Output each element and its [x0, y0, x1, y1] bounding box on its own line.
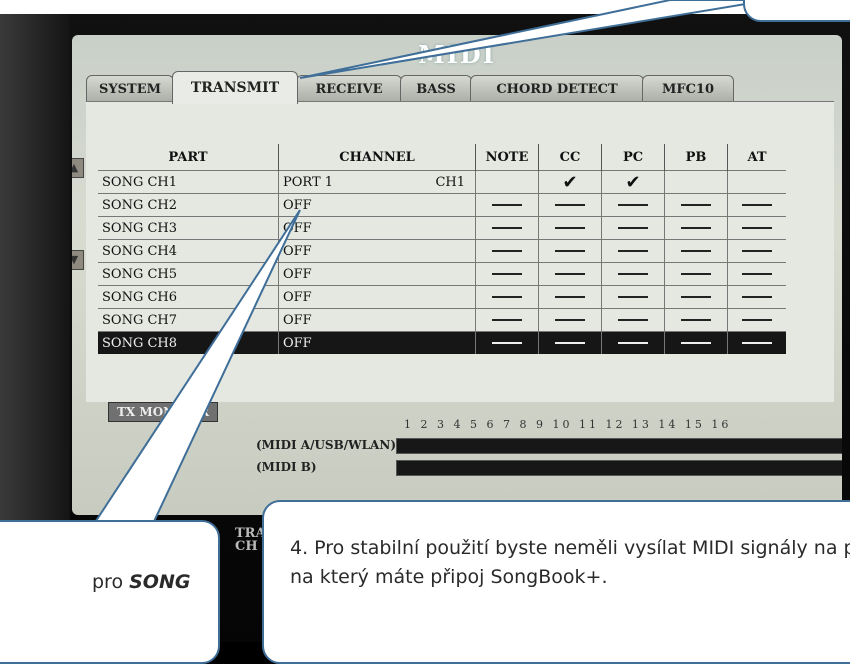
callout-right: 4. Pro stabilní použití byste neměli vys… [262, 500, 850, 664]
callout-left-emphasis: SONG [129, 571, 191, 593]
callout-top [743, 0, 850, 22]
callout-pointer-top [299, 0, 771, 79]
callout-pointer-left [88, 209, 301, 531]
callout-left-prefix: pro [92, 571, 130, 593]
callout-right-text: 4. Pro stabilní použití byste neměli vys… [290, 537, 850, 588]
callout-left-text: pro SONG [92, 568, 190, 597]
callout-left: pro SONG [0, 520, 220, 664]
tab-transmit[interactable]: TRANSMIT [172, 71, 298, 104]
